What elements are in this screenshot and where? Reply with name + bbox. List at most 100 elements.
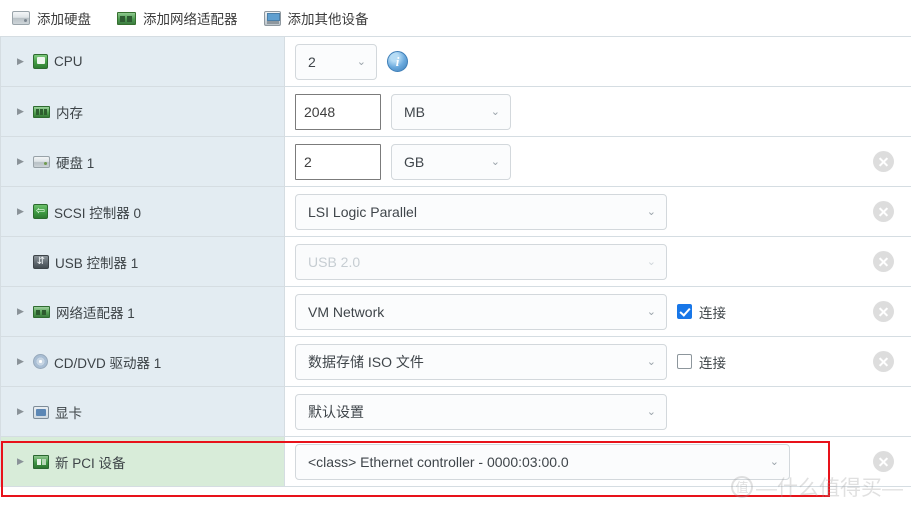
add-device-toolbar: 添加硬盘 添加网络适配器 添加其他设备 <box>0 0 911 36</box>
table-row: ▶ CD/DVD 驱动器 1 数据存储 ISO 文件 ⌄ 连接 <box>0 337 911 387</box>
device-name-cell-cpu[interactable]: ▶ CPU <box>0 37 285 86</box>
device-control-cell-new-pci-device: <class> Ethernet controller - 0000:03:00… <box>285 437 855 486</box>
device-control-cell-hard-disk: GB ⌄ <box>285 137 855 186</box>
device-control-cell-cd-dvd-drive: 数据存储 ISO 文件 ⌄ 连接 <box>285 337 855 386</box>
expand-caret-icon[interactable]: ▶ <box>17 107 27 116</box>
checkbox-unchecked-icon[interactable] <box>677 354 692 369</box>
table-row: ▶ ⇵ USB 控制器 1 USB 2.0 ⌄ <box>0 237 911 287</box>
add-hard-disk-button[interactable]: 添加硬盘 <box>12 8 91 28</box>
device-label: SCSI 控制器 0 <box>54 205 142 221</box>
add-network-adapter-button[interactable]: 添加网络适配器 <box>117 8 238 28</box>
network-adapter-icon <box>117 11 136 25</box>
usb-version-select: USB 2.0 ⌄ <box>295 243 667 280</box>
device-name-cell-memory[interactable]: ▶ 内存 <box>0 87 285 136</box>
remove-device-button[interactable] <box>872 201 894 222</box>
memory-size-input[interactable] <box>295 93 381 130</box>
memory-unit-value: MB <box>404 103 425 120</box>
chevron-down-icon: ⌄ <box>646 306 656 318</box>
device-control-cell-network-adapter: VM Network ⌄ 连接 <box>285 287 855 336</box>
table-row: ▶ ⇦ SCSI 控制器 0 LSI Logic Parallel ⌄ <box>0 187 911 237</box>
video-card-icon <box>33 405 49 419</box>
scsi-controller-type-value: LSI Logic Parallel <box>308 203 417 220</box>
expand-caret-icon[interactable]: ▶ <box>17 207 27 216</box>
device-label: 内存 <box>56 105 83 121</box>
device-name-cell-cd-dvd-drive[interactable]: ▶ CD/DVD 驱动器 1 <box>0 337 285 386</box>
table-row: ▶ 硬盘 1 GB ⌄ <box>0 137 911 187</box>
device-label: CPU <box>54 54 83 69</box>
pci-device-value: <class> Ethernet controller - 0000:03:00… <box>308 453 569 470</box>
device-control-cell-memory: MB ⌄ <box>285 87 855 136</box>
scsi-controller-type-select[interactable]: LSI Logic Parallel ⌄ <box>295 193 667 230</box>
device-delete-cell <box>855 387 911 436</box>
memory-icon <box>33 106 50 118</box>
video-card-setting-value: 默认设置 <box>308 403 364 420</box>
cd-dvd-connect-checkbox[interactable]: 连接 <box>677 352 726 372</box>
device-name-cell-scsi-controller[interactable]: ▶ ⇦ SCSI 控制器 0 <box>0 187 285 236</box>
memory-unit-select[interactable]: MB ⌄ <box>391 93 511 130</box>
device-control-cell-scsi-controller: LSI Logic Parallel ⌄ <box>285 187 855 236</box>
device-delete-cell <box>855 437 911 486</box>
add-hard-disk-label: 添加硬盘 <box>37 12 91 27</box>
hard-disk-icon <box>33 156 50 168</box>
hard-disk-icon <box>12 11 30 25</box>
remove-device-button[interactable] <box>872 351 894 372</box>
expand-caret-icon[interactable]: ▶ <box>17 157 27 166</box>
device-delete-cell <box>855 137 911 186</box>
device-label: CD/DVD 驱动器 1 <box>54 355 162 371</box>
device-name-cell-video-card[interactable]: ▶ 显卡 <box>0 387 285 436</box>
chevron-down-icon: ⌄ <box>646 256 656 268</box>
expand-caret-icon[interactable]: ▶ <box>17 357 27 366</box>
table-row: ▶ 网络适配器 1 VM Network ⌄ 连接 <box>0 287 911 337</box>
chevron-down-icon: ⌄ <box>490 156 500 168</box>
expand-caret-icon[interactable]: ▶ <box>17 57 27 66</box>
device-label: 硬盘 1 <box>56 155 95 171</box>
pci-device-icon <box>33 455 49 469</box>
expand-caret-icon[interactable]: ▶ <box>17 307 27 316</box>
device-control-cell-cpu: 2 ⌄ i <box>285 37 855 86</box>
device-name-cell-new-pci-device[interactable]: ▶ 新 PCI 设备 <box>0 437 285 486</box>
hard-disk-unit-select[interactable]: GB ⌄ <box>391 143 511 180</box>
chevron-down-icon: ⌄ <box>646 406 656 418</box>
usb-controller-icon: ⇵ <box>33 255 49 269</box>
network-value: VM Network <box>308 303 385 320</box>
table-row: ▶ 内存 MB ⌄ <box>0 87 911 137</box>
device-label: 显卡 <box>55 405 82 421</box>
pci-device-select[interactable]: <class> Ethernet controller - 0000:03:00… <box>295 443 790 480</box>
device-name-cell-hard-disk[interactable]: ▶ 硬盘 1 <box>0 137 285 186</box>
hard-disk-size-input[interactable] <box>295 143 381 180</box>
remove-device-button[interactable] <box>872 451 894 472</box>
network-connect-checkbox[interactable]: 连接 <box>677 302 726 322</box>
device-control-cell-video-card: 默认设置 ⌄ <box>285 387 855 436</box>
add-other-device-button[interactable]: 添加其他设备 <box>263 8 369 28</box>
device-label: 网络适配器 1 <box>56 305 135 321</box>
cd-dvd-source-select[interactable]: 数据存储 ISO 文件 ⌄ <box>295 343 667 380</box>
vm-hardware-table: ▶ CPU 2 ⌄ i ▶ 内存 MB ⌄ <box>0 36 911 487</box>
cpu-count-value: 2 <box>308 53 316 70</box>
other-device-icon <box>263 10 281 26</box>
device-delete-cell <box>855 187 911 236</box>
device-label: 新 PCI 设备 <box>55 455 126 471</box>
device-delete-cell <box>855 287 911 336</box>
expand-caret-icon[interactable]: ▶ <box>17 457 27 466</box>
video-card-setting-select[interactable]: 默认设置 ⌄ <box>295 393 667 430</box>
device-name-cell-network-adapter[interactable]: ▶ 网络适配器 1 <box>0 287 285 336</box>
device-control-cell-usb-controller: USB 2.0 ⌄ <box>285 237 855 286</box>
remove-device-button[interactable] <box>872 151 894 172</box>
remove-device-button[interactable] <box>872 251 894 272</box>
cpu-count-select[interactable]: 2 ⌄ <box>295 43 377 80</box>
add-network-adapter-label: 添加网络适配器 <box>143 12 238 27</box>
expand-caret-icon[interactable]: ▶ <box>17 407 27 416</box>
chevron-down-icon: ⌄ <box>356 56 366 68</box>
device-label: USB 控制器 1 <box>55 255 139 271</box>
network-adapter-icon <box>33 306 50 318</box>
info-icon[interactable]: i <box>387 51 408 72</box>
checkbox-label: 连接 <box>699 355 726 371</box>
remove-device-button[interactable] <box>872 301 894 322</box>
table-row: ▶ CPU 2 ⌄ i <box>0 37 911 87</box>
chevron-down-icon: ⌄ <box>646 356 656 368</box>
checkbox-checked-icon[interactable] <box>677 304 692 319</box>
table-row: ▶ 新 PCI 设备 <class> Ethernet controller -… <box>0 437 911 487</box>
device-name-cell-usb-controller[interactable]: ▶ ⇵ USB 控制器 1 <box>0 237 285 286</box>
usb-version-value: USB 2.0 <box>308 253 361 270</box>
network-select[interactable]: VM Network ⌄ <box>295 293 667 330</box>
